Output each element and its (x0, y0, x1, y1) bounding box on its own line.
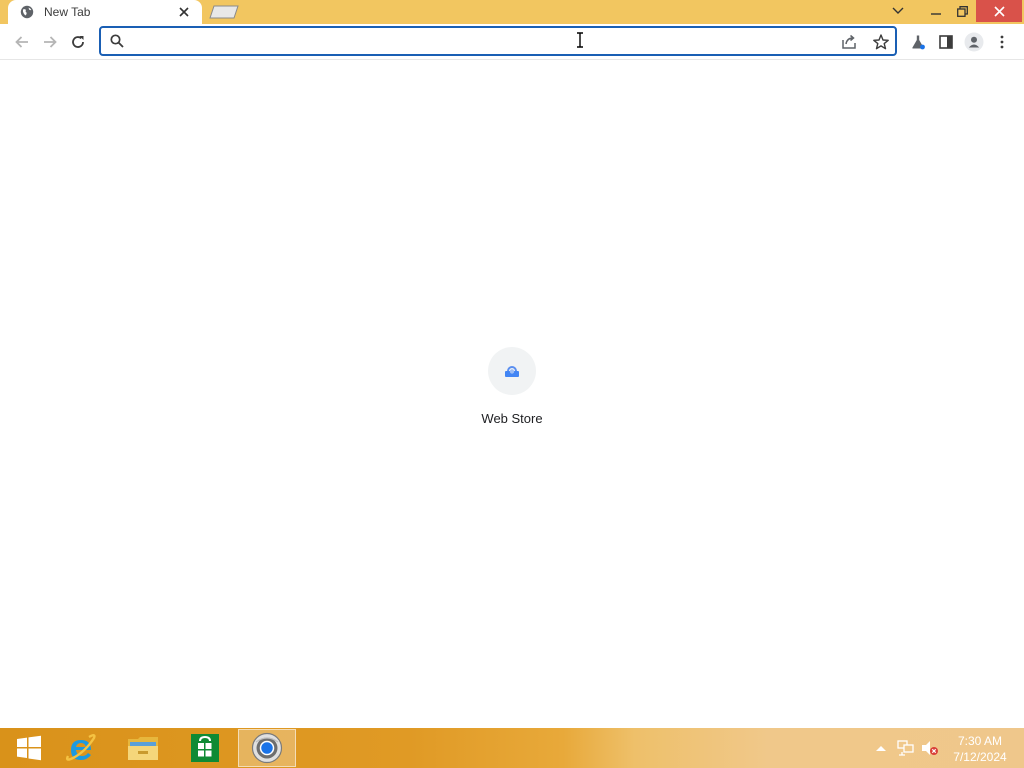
close-window-button[interactable] (976, 0, 1022, 22)
kebab-menu-icon (1000, 35, 1004, 49)
profile-icon (964, 32, 984, 52)
taskbar-file-explorer[interactable] (114, 729, 172, 767)
address-bar[interactable] (99, 26, 897, 56)
address-input[interactable] (129, 31, 829, 51)
search-icon (110, 34, 124, 48)
start-button[interactable] (0, 729, 58, 767)
minimize-icon[interactable] (924, 0, 948, 22)
shortcut-label: Web Store (481, 411, 543, 426)
browser-toolbar (0, 24, 1024, 60)
close-icon[interactable] (176, 4, 192, 20)
taskbar-chromium[interactable] (238, 729, 296, 767)
web-store-icon (488, 347, 536, 395)
globe-icon (20, 5, 34, 19)
clock-date: 7/12/2024 (953, 750, 1007, 764)
extensions-button[interactable] (906, 30, 930, 54)
clock-time: 7:30 AM (957, 734, 1003, 748)
back-button[interactable] (10, 30, 34, 54)
tab-new-tab[interactable]: New Tab (8, 0, 202, 24)
arrow-left-icon (15, 36, 28, 48)
internet-explorer-icon (66, 734, 96, 761)
text-cursor-icon (577, 32, 583, 48)
side-panel-button[interactable] (934, 30, 958, 54)
close-icon (993, 5, 1005, 17)
tab-title: New Tab (44, 5, 91, 19)
menu-button[interactable] (990, 30, 1014, 54)
new-tab-page: Web Store (0, 61, 1024, 727)
file-explorer-icon (128, 737, 158, 760)
windows-start-icon (17, 735, 41, 761)
tab-strip: New Tab (0, 0, 1024, 24)
share-icon[interactable] (839, 32, 859, 52)
tab-search-icon[interactable] (886, 0, 910, 22)
taskbar-internet-explorer[interactable] (52, 729, 110, 767)
taskbar-store[interactable] (176, 729, 234, 767)
restore-icon[interactable] (950, 0, 974, 22)
reload-icon (72, 36, 84, 48)
shortcut-tile-web-store[interactable]: Web Store (472, 347, 552, 437)
taskbar: 7:30 AM 7/12/2024 (0, 728, 1024, 768)
taskbar-clock[interactable]: 7:30 AM 7/12/2024 (940, 733, 1020, 765)
side-panel-icon (939, 35, 953, 49)
forward-button[interactable] (38, 30, 62, 54)
profile-button[interactable] (962, 30, 986, 54)
arrow-right-icon (44, 36, 57, 48)
chromium-icon (251, 732, 283, 764)
volume-muted-icon[interactable] (918, 728, 942, 768)
star-icon[interactable] (871, 32, 891, 52)
store-icon (191, 734, 219, 762)
network-icon[interactable] (894, 728, 918, 768)
reload-button[interactable] (66, 30, 90, 54)
new-tab-icon[interactable] (208, 5, 240, 19)
lab-flask-icon (912, 35, 925, 50)
show-hidden-icons-icon[interactable] (872, 728, 890, 768)
